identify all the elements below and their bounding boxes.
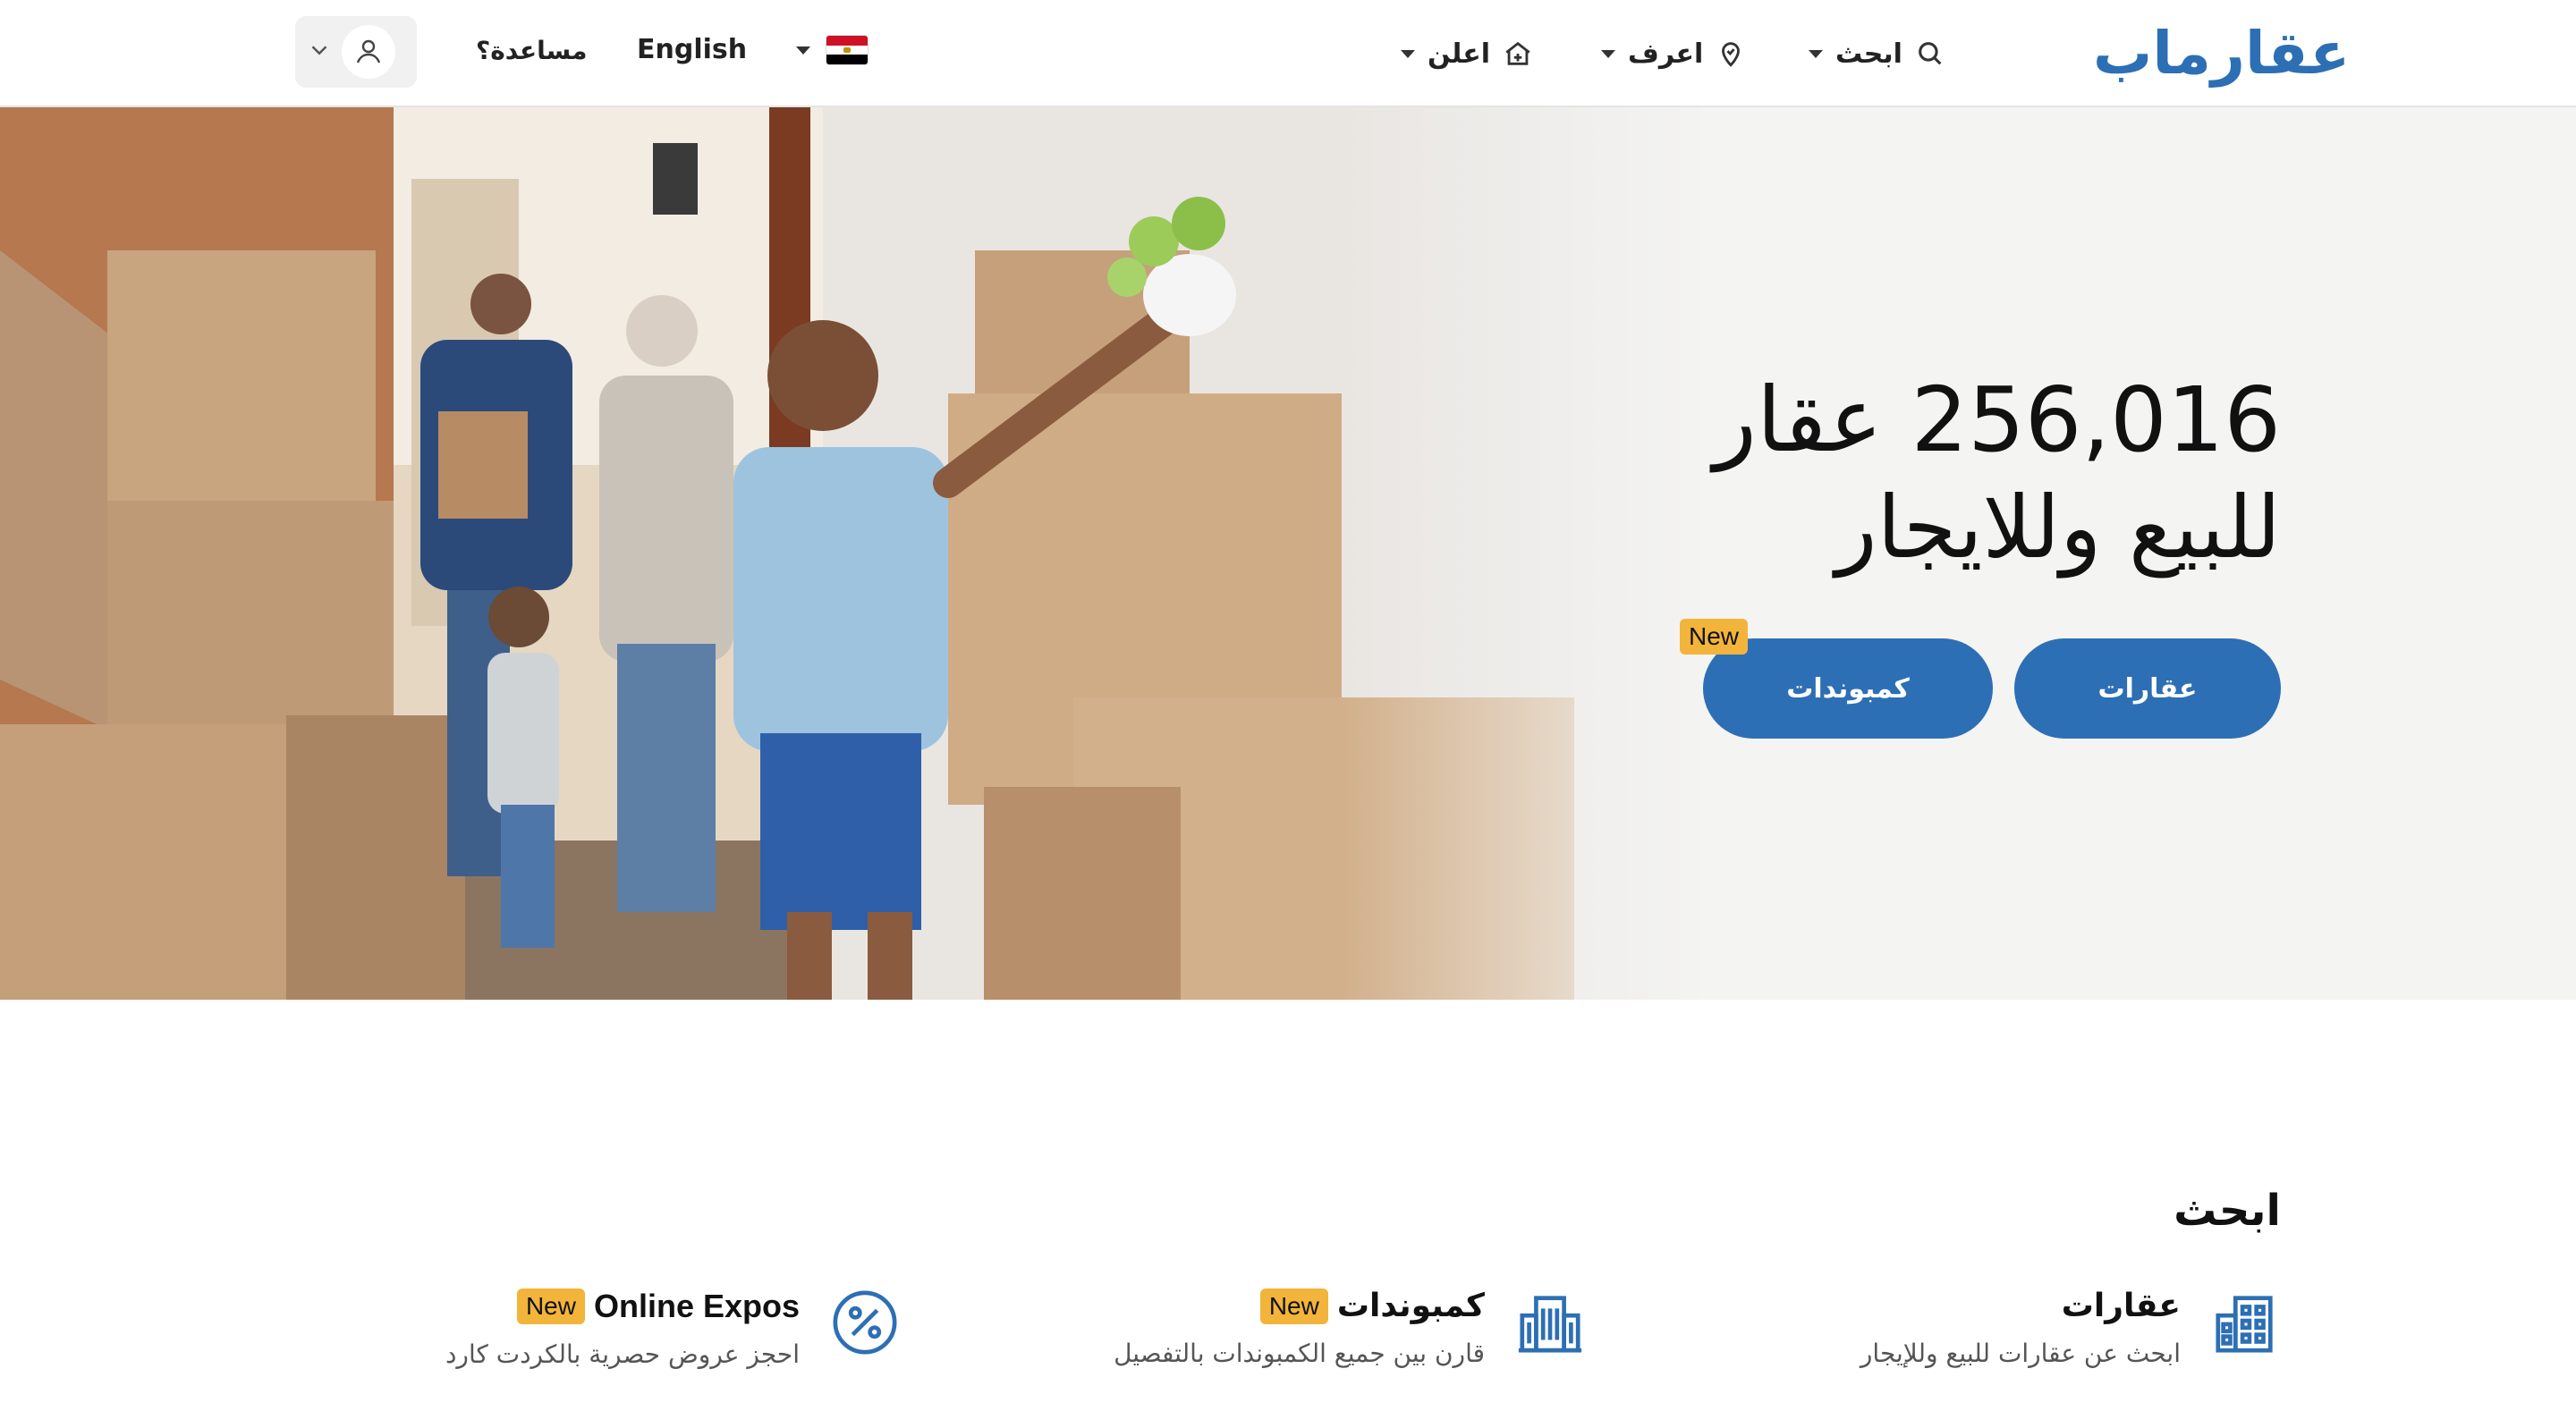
- search-icon: [1919, 42, 1942, 65]
- nav-know-label: اعرف: [1628, 38, 1704, 70]
- card-text: كمبوندات New قارن بين جميع الكمبوندات بال…: [1114, 1288, 1485, 1368]
- site-header: عقارماب ابحث اعرف اعلن English مساعدة؟: [0, 0, 2576, 107]
- hero-property-count: 256,016 عقار: [1713, 368, 2281, 472]
- card-text: عقارات ابحث عن عقارات للبيع وللإيجار: [1860, 1288, 2181, 1368]
- properties-button[interactable]: عقارات: [2014, 638, 2281, 739]
- nav-advertise-label: اعلن: [1428, 38, 1491, 70]
- card-title: Online Expos New: [445, 1288, 800, 1325]
- compounds-button[interactable]: كمبوندات: [1703, 638, 1993, 739]
- building-icon: [2211, 1288, 2281, 1361]
- country-selector[interactable]: [796, 36, 868, 64]
- chevron-down-icon: [306, 37, 333, 67]
- card-description: ابحث عن عقارات للبيع وللإيجار: [1860, 1339, 2181, 1368]
- user-icon: [356, 39, 381, 63]
- card-title: كمبوندات New: [1114, 1288, 1485, 1324]
- search-card-compounds[interactable]: كمبوندات New قارن بين جميع الكمبوندات بال…: [1114, 1288, 1585, 1368]
- card-text: Online Expos New احجز عروض حصرية بالكردت …: [445, 1288, 800, 1369]
- card-description: قارن بين جميع الكمبوندات بالتفصيل: [1114, 1339, 1485, 1368]
- nav-know-menu[interactable]: اعرف: [1601, 32, 1746, 75]
- card-title: عقارات: [2061, 1288, 2181, 1324]
- compound-icon: [1515, 1288, 1585, 1361]
- map-pin-icon: [1722, 42, 1741, 67]
- caret-down-icon: [796, 46, 810, 55]
- caret-down-icon: [1401, 49, 1415, 58]
- avatar: [342, 25, 395, 79]
- hero-fade-overlay: [1342, 107, 1717, 1000]
- user-menu-button[interactable]: [295, 16, 417, 88]
- site-logo[interactable]: عقارماب: [2093, 20, 2350, 88]
- egypt-flag-icon: [826, 36, 868, 64]
- hero-subtitle: للبيع وللايجار: [1835, 477, 2281, 578]
- nav-advertise-menu[interactable]: اعلن: [1401, 32, 1533, 75]
- card-description: احجز عروض حصرية بالكردت كارد: [445, 1339, 800, 1369]
- new-badge: New: [1680, 619, 1749, 655]
- search-card-online-expos[interactable]: Online Expos New احجز عروض حصرية بالكردت …: [445, 1288, 900, 1369]
- nav-search-menu[interactable]: ابحث: [1809, 32, 1945, 75]
- new-badge: New: [1259, 1288, 1328, 1324]
- help-link[interactable]: مساعدة؟: [476, 36, 587, 65]
- percent-icon: [830, 1288, 900, 1361]
- new-badge: New: [516, 1288, 585, 1324]
- search-card-properties[interactable]: عقارات ابحث عن عقارات للبيع وللإيجار: [1860, 1288, 2281, 1368]
- caret-down-icon: [1601, 49, 1615, 58]
- hero-banner: 256,016 عقار للبيع وللايجار عقارات كمبون…: [0, 107, 2576, 1000]
- caret-down-icon: [1809, 49, 1823, 58]
- search-section-title: ابحث: [2174, 1186, 2281, 1236]
- language-switch[interactable]: English: [637, 34, 747, 65]
- home-plus-icon: [1505, 41, 1530, 65]
- nav-search-label: ابحث: [1835, 38, 1902, 70]
